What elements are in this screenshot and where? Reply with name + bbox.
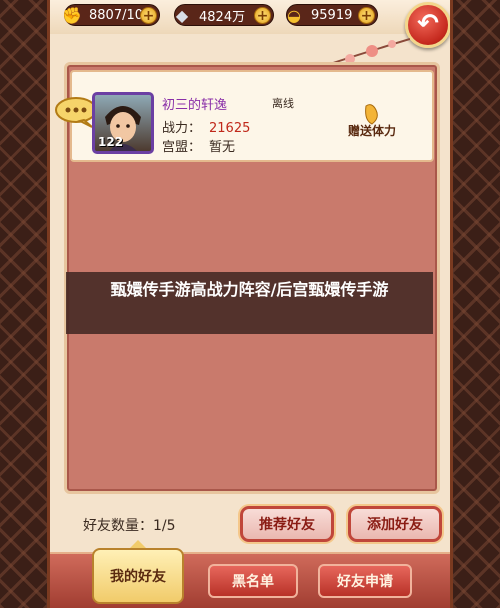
back-arrow-icon: ↶ — [417, 9, 439, 39]
silver-value: 4824万 — [199, 9, 246, 25]
add-stamina-button[interactable]: + — [140, 7, 157, 24]
tab-friend-requests[interactable]: 好友申请 — [318, 564, 412, 598]
back-button[interactable]: ↶ — [405, 2, 450, 48]
power-label: 战力： — [162, 121, 202, 136]
stamina-counter: ✊ 8807/100 + — [62, 4, 160, 26]
friend-level: 122 — [98, 135, 124, 149]
silver-counter: ◆ 4824万 + — [174, 4, 274, 26]
online-status: 离线 — [272, 97, 294, 110]
friend-avatar[interactable]: 122 — [92, 92, 154, 154]
power-value: 21625 — [209, 121, 251, 136]
friends-screen: ✊ 8807/100 + ◆ 4824万 + ◒ 95919 + ↶ 122 初… — [50, 0, 450, 608]
gold-counter: ◒ 95919 + — [286, 4, 378, 26]
recommend-friends-button[interactable]: 推荐好友 — [240, 506, 334, 542]
gift-stamina-label: 赠送体力 — [347, 124, 396, 138]
add-gold-button[interactable]: + — [358, 7, 375, 24]
right-lattice-border — [450, 0, 500, 608]
left-lattice-border — [0, 0, 50, 608]
add-friend-button[interactable]: 添加好友 — [348, 506, 442, 542]
friend-count: 好友数量：1/5 — [83, 518, 176, 534]
palace-value: 暂无 — [209, 140, 236, 155]
friend-name: 初三的轩逸 — [162, 98, 228, 113]
power-row: 战力： 21625 — [162, 117, 250, 136]
tab-my-friends[interactable]: 我的好友 — [92, 548, 184, 604]
stamina-icon: ✊ — [62, 5, 82, 25]
palace-row: 宫盟： 暂无 — [162, 136, 235, 155]
tab-blacklist[interactable]: 黑名单 — [208, 564, 298, 598]
tab-pointer-icon — [130, 540, 146, 548]
article-title-overlay: 甄嬛传手游高战力阵容/后宫甄嬛传手游 — [66, 272, 433, 334]
gold-ingot-icon: ◒ — [287, 5, 301, 25]
silver-icon: ◆ — [175, 5, 189, 25]
gift-stamina-button[interactable]: 赠送体力 — [332, 104, 412, 140]
palace-label: 宫盟： — [162, 140, 202, 155]
gold-value: 95919 — [311, 7, 353, 23]
add-silver-button[interactable]: + — [254, 7, 271, 24]
